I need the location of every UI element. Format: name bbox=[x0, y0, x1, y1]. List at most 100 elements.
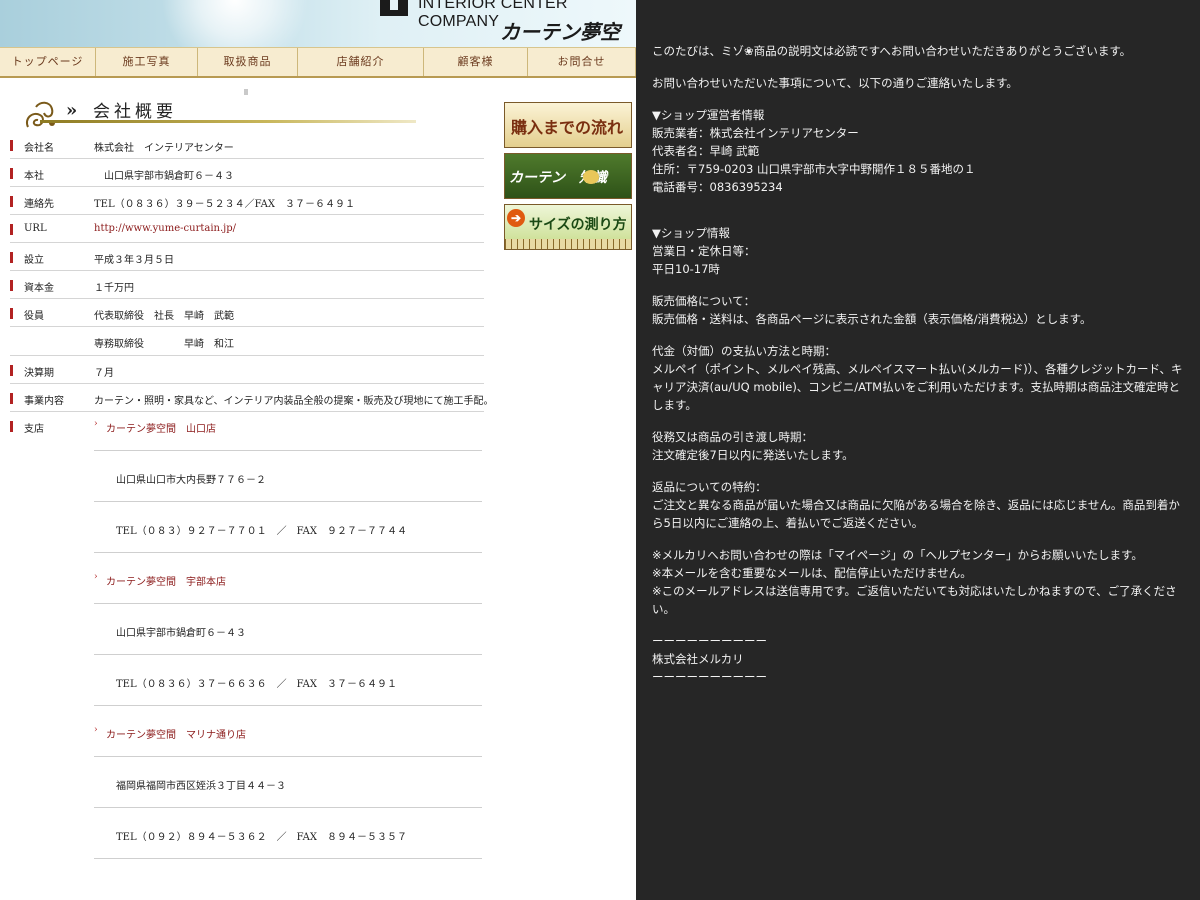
site-header: INTERIOR CENTER COMPANY カーテン夢空間 bbox=[0, 0, 636, 47]
info-label: 会社名 bbox=[24, 143, 54, 154]
info-value: １千万円 bbox=[94, 283, 134, 294]
size-measure-label: サイズの測り方 bbox=[529, 217, 627, 233]
ornament-icon bbox=[26, 101, 55, 128]
row-marker bbox=[10, 252, 13, 263]
row-marker bbox=[10, 196, 13, 207]
branch-row: › カーテン夢空間 マリナ通り店 bbox=[94, 706, 482, 757]
info-row: 会社名 株式会社 インテリアセンター bbox=[10, 131, 484, 159]
branch-name-link[interactable]: カーテン夢空間 宇部本店 bbox=[106, 573, 226, 588]
row-marker bbox=[10, 308, 13, 319]
arrow-right-icon: ➔ bbox=[507, 209, 525, 227]
operator-heading: ▼ショップ運営者情報 bbox=[652, 108, 765, 122]
info-label: URL bbox=[24, 223, 47, 234]
info-row: 決算期 ７月 bbox=[10, 356, 484, 384]
signature: 株式会社メルカリ bbox=[652, 652, 744, 666]
company-name-jp: カーテン夢空間 bbox=[500, 20, 620, 44]
shop-hours-label: 営業日・定休日等： bbox=[652, 244, 756, 258]
branch-row: TEL（０８３６）３７－６６３６ ／ FAX ３７－６４９１ bbox=[94, 655, 482, 706]
info-value: ７月 bbox=[94, 368, 114, 379]
delivery-label: 役務又は商品の引き渡し時期： bbox=[652, 430, 813, 444]
row-marker bbox=[10, 393, 13, 404]
branch-row: › カーテン夢空間 山口店 bbox=[94, 400, 482, 451]
delivery-text: 注文確定後7日以内に発送いたします。 bbox=[652, 448, 854, 462]
info-value: 山口県宇部市鍋倉町６－４３ bbox=[94, 171, 234, 182]
branch-contact: TEL（０９２）８９４－５３６２ ／ FAX ８９４－５３５７ bbox=[116, 832, 408, 843]
price-label: 販売価格について： bbox=[652, 294, 756, 308]
row-marker bbox=[10, 365, 13, 376]
nav-item-5[interactable]: お問合せ bbox=[528, 48, 636, 76]
message-greeting: このたびは、ミゾ❀商品の説明文は必読ですへお問い合わせいただきありがとうございま… bbox=[652, 44, 1132, 58]
signature-divider-top: ーーーーーーーーーー bbox=[652, 634, 767, 648]
branch-name-link[interactable]: カーテン夢空間 山口店 bbox=[106, 420, 216, 435]
branch-row: 山口県宇部市鍋倉町６－４３ bbox=[94, 604, 482, 655]
price-text: 販売価格・送料は、各商品ページに表示された金額（表示価格/消費税込）とします。 bbox=[652, 312, 1092, 326]
company-info-table: 会社名 株式会社 インテリアセンター本社 山口県宇部市鍋倉町６－４３ 連絡先 TEL（… bbox=[10, 131, 494, 435]
info-label: 支店 bbox=[24, 424, 44, 435]
row-marker bbox=[10, 140, 13, 151]
branch-row: TEL（０９２）８９４－５３６２ ／ FAX ８９４－５３５７ bbox=[94, 808, 482, 859]
website-screenshot: INTERIOR CENTER COMPANY カーテン夢空間 トップページ施工… bbox=[0, 0, 636, 900]
branch-address: 山口県山口市大内長野７７６－２ bbox=[116, 475, 266, 486]
arrow-icon: › bbox=[94, 572, 98, 582]
side-banners: 購入までの流れ カーテン 知識 ➔ サイズの測り方 bbox=[504, 102, 634, 255]
info-value: TEL（０８３６）３９－５２３４／FAX ３７－６４９１ bbox=[94, 199, 356, 210]
branch-name-link[interactable]: カーテン夢空間 マリナ通り店 bbox=[106, 726, 246, 741]
branch-row: 山口県山口市大内長野７７６－２ bbox=[94, 451, 482, 502]
info-value: 専務取締役 早崎 和江 bbox=[94, 339, 234, 350]
row-marker bbox=[10, 224, 13, 235]
nav-item-4[interactable]: 顧客様 bbox=[424, 48, 528, 76]
nav-item-2[interactable]: 取扱商品 bbox=[198, 48, 298, 76]
nav-item-3[interactable]: 店舗紹介 bbox=[298, 48, 424, 76]
note-send-only: ※このメールアドレスは送信専用です。ご返信いただいても対応はいたしかねますので、… bbox=[652, 584, 1177, 616]
shop-heading: ▼ショップ情報 bbox=[652, 226, 730, 240]
arrow-icon: › bbox=[94, 419, 98, 429]
row-marker bbox=[10, 168, 13, 179]
site-url-link[interactable]: http://www.yume-curtain.jp/ bbox=[94, 223, 236, 234]
branch-contact: TEL（０８３）９２７－７７０１ ／ FAX ９２７－７７４４ bbox=[116, 526, 408, 537]
logo-icon bbox=[380, 0, 408, 16]
flower-icon bbox=[583, 170, 599, 184]
shop-hours: 平日10-17時 bbox=[652, 262, 720, 276]
branch-row: 福岡県福岡市西区姪浜３丁目４４－３ bbox=[94, 757, 482, 808]
signature-divider-bottom: ーーーーーーーーーー bbox=[652, 670, 767, 684]
operator-seller: 販売業者：株式会社インテリアセンター bbox=[652, 126, 859, 140]
info-label: 事業内容 bbox=[24, 396, 64, 407]
branch-list: › カーテン夢空間 山口店山口県山口市大内長野７７６－２ TEL（０８３）９２７－７… bbox=[94, 400, 482, 859]
page-title: 会社概要 bbox=[93, 102, 177, 122]
branch-row: › カーテン夢空間 宇部本店 bbox=[94, 553, 482, 604]
info-label: 本社 bbox=[24, 171, 44, 182]
purchase-flow-banner[interactable]: 購入までの流れ bbox=[504, 102, 632, 148]
nav-item-0[interactable]: トップページ bbox=[0, 48, 96, 76]
message-intro: お問い合わせいただいた事項について、以下の通りご連絡いたします。 bbox=[652, 76, 1018, 90]
info-row: 本社 山口県宇部市鍋倉町６－４３ bbox=[10, 159, 484, 187]
info-label: 決算期 bbox=[24, 368, 54, 379]
info-label: 連絡先 bbox=[24, 199, 54, 210]
note-unsubscribe: ※本メールを含む重要なメールは、配信停止いただけません。 bbox=[652, 566, 972, 580]
info-row: 資本金 １千万円 bbox=[10, 271, 484, 299]
info-value: 平成３年３月５日 bbox=[94, 255, 174, 266]
message-body: このたびは、ミゾ❀商品の説明文は必読ですへお問い合わせいただきありがとうございま… bbox=[652, 42, 1188, 686]
row-marker bbox=[10, 421, 13, 432]
info-value: 株式会社 インテリアセンター bbox=[94, 143, 234, 154]
info-row: 専務取締役 早崎 和江 bbox=[10, 327, 484, 356]
payment-label: 代金（対価）の支払い方法と時期： bbox=[652, 344, 836, 358]
info-row: 設立 平成３年３月５日 bbox=[10, 243, 484, 271]
info-value: 代表取締役 社長 早崎 武範 bbox=[94, 311, 234, 322]
nav-item-1[interactable]: 施工写真 bbox=[96, 48, 198, 76]
note-help-center: ※メルカリへお問い合わせの際は「マイページ」の「ヘルプセンター」からお願いいたし… bbox=[652, 548, 1143, 562]
nav-bar: トップページ 施工写真 取扱商品 店舗紹介 顧客様 お問合せ bbox=[0, 47, 636, 78]
branch-contact: TEL（０８３６）３７－６６３６ ／ FAX ３７－６４９１ bbox=[116, 679, 398, 690]
arrow-icon: › bbox=[94, 725, 98, 735]
curtain-knowledge-banner[interactable]: カーテン 知識 bbox=[504, 153, 632, 199]
info-label: 資本金 bbox=[24, 283, 54, 294]
lace-decoration bbox=[150, 0, 320, 47]
return-text: ご注文と異なる商品が届いた場合又は商品に欠陥がある場合を除き、返品には応じません… bbox=[652, 498, 1180, 530]
return-label: 返品についての特約： bbox=[652, 480, 767, 494]
size-measure-banner[interactable]: ➔ サイズの測り方 bbox=[504, 204, 632, 250]
info-row: 役員 代表取締役 社長 早崎 武範 bbox=[10, 299, 484, 327]
info-row: 連絡先 TEL（０８３６）３９－５２３４／FAX ３７－６４９１ bbox=[10, 187, 484, 215]
branch-address: 福岡県福岡市西区姪浜３丁目４４－３ bbox=[116, 781, 286, 792]
purchase-flow-label: 購入までの流れ bbox=[511, 118, 624, 137]
ruler-icon bbox=[505, 239, 631, 249]
message-panel: このたびは、ミゾ❀商品の説明文は必読ですへお問い合わせいただきありがとうございま… bbox=[636, 0, 1200, 900]
